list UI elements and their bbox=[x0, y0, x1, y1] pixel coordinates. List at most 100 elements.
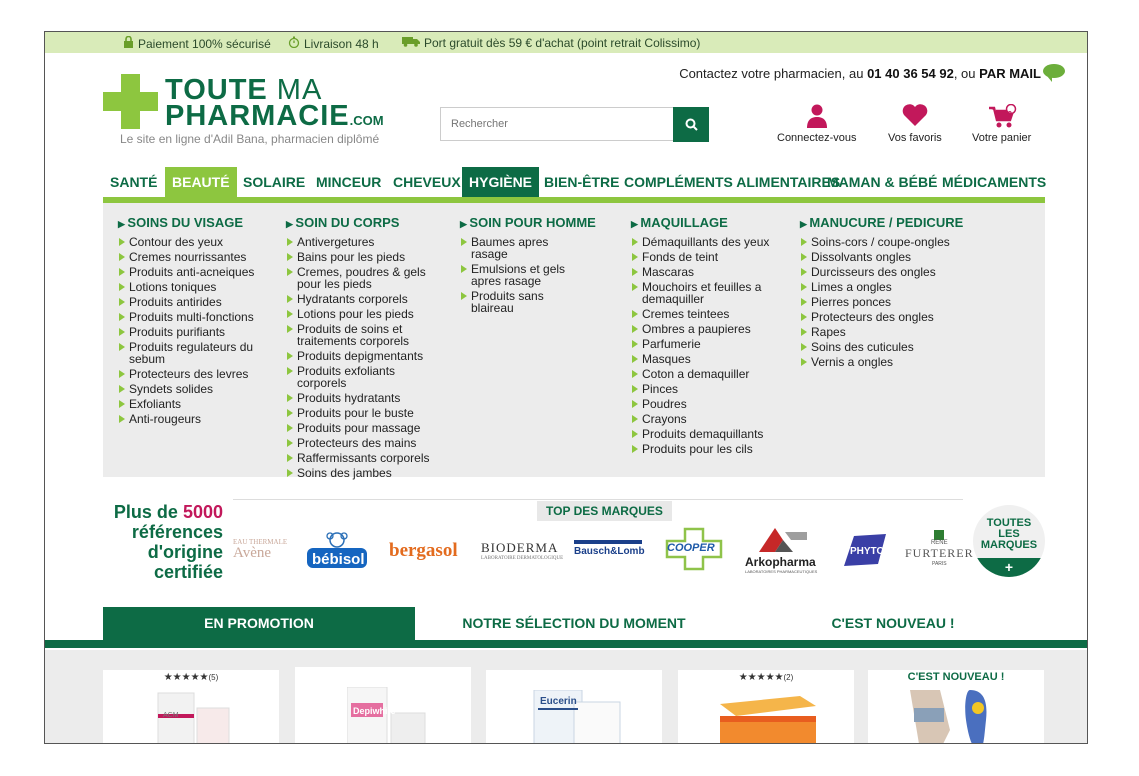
menu-item[interactable]: Protecteurs des ongles bbox=[800, 311, 960, 323]
tab-en-promotion[interactable]: EN PROMOTION bbox=[103, 607, 415, 640]
menu-item[interactable]: Produits pour les cils bbox=[631, 443, 771, 455]
menu-item[interactable]: Raffermissants corporels bbox=[286, 452, 436, 464]
menu-item[interactable]: Produits antirides bbox=[118, 296, 268, 308]
nav-item-medicaments[interactable]: MÉDICAMENTS bbox=[935, 167, 1053, 197]
product-card[interactable]: Eucerin bbox=[486, 670, 662, 743]
menu-item[interactable]: Anti-rougeurs bbox=[118, 413, 268, 425]
menu-item[interactable]: Soins des cuticules bbox=[800, 341, 960, 353]
menu-item[interactable]: Produits exfoliants corporels bbox=[286, 365, 436, 389]
product-card[interactable]: ★★★★★(5) ACM bbox=[103, 670, 279, 743]
menu-item[interactable]: Produits pour le buste bbox=[286, 407, 436, 419]
menu-item[interactable]: Cremes nourrissantes bbox=[118, 251, 268, 263]
tab-nouveau[interactable]: C'EST NOUVEAU ! bbox=[733, 607, 1053, 640]
brand-cooper[interactable]: COOPER bbox=[665, 527, 723, 576]
menu-item[interactable]: Ombres a paupieres bbox=[631, 323, 771, 335]
brand-arkopharma[interactable]: Arkopharma LABORATOIRES PHARMACEUTIQUES bbox=[745, 528, 817, 574]
menu-item[interactable]: Lotions pour les pieds bbox=[286, 308, 436, 320]
menu-item[interactable]: Démaquillants des yeux bbox=[631, 236, 771, 248]
product-image bbox=[910, 690, 987, 743]
menu-item[interactable]: Produits pour massage bbox=[286, 422, 436, 434]
menu-item[interactable]: Protecteurs des mains bbox=[286, 437, 436, 449]
nav-item-cheveux[interactable]: CHEVEUX bbox=[386, 167, 468, 197]
all-brands-button[interactable]: TOUTES LES MARQUES + bbox=[973, 505, 1045, 577]
menu-item[interactable]: Mouchoirs et feuilles a demaquiller bbox=[631, 281, 771, 305]
menu-item[interactable]: Protecteurs des levres bbox=[118, 368, 268, 380]
brand-avene[interactable]: EAU THERMALE Avène bbox=[233, 538, 287, 562]
tab-notre-selection[interactable]: NOTRE SÉLECTION DU MOMENT bbox=[415, 607, 733, 640]
brand-bausch-lomb[interactable]: Bausch&Lomb bbox=[574, 540, 645, 557]
menu-item[interactable]: Soins-cors / coupe-ongles bbox=[800, 236, 960, 248]
menu-item[interactable]: Produits purifiants bbox=[118, 326, 268, 338]
menu-column-manucure: MANUCURE / PEDICURE Soins-cors / coupe-on… bbox=[800, 215, 963, 371]
brand-bebisol[interactable]: bébisol bbox=[305, 532, 369, 575]
nav-item-bien-etre[interactable]: BIEN-ÊTRE bbox=[537, 167, 626, 197]
menu-item[interactable]: Syndets solides bbox=[118, 383, 268, 395]
menu-item[interactable]: Produits depigmentants bbox=[286, 350, 436, 362]
chat-bubble-icon[interactable] bbox=[1043, 64, 1065, 82]
menu-item[interactable]: Poudres bbox=[631, 398, 771, 410]
menu-item[interactable]: Rapes bbox=[800, 326, 960, 338]
menu-item[interactable]: Antivergetures bbox=[286, 236, 436, 248]
nav-item-minceur[interactable]: MINCEUR bbox=[309, 167, 388, 197]
search-button[interactable] bbox=[673, 107, 709, 142]
account-link[interactable]: Connectez-vous bbox=[777, 104, 857, 144]
page-frame: Paiement 100% sécurisé Livraison 48 h Po… bbox=[44, 31, 1088, 744]
menu-column-title[interactable]: SOIN POUR HOMME bbox=[460, 215, 595, 230]
menu-item[interactable]: Pinces bbox=[631, 383, 771, 395]
menu-item[interactable]: Hydratants corporels bbox=[286, 293, 436, 305]
menu-item[interactable]: Bains pour les pieds bbox=[286, 251, 436, 263]
nav-item-hygiene[interactable]: HYGIÈNE bbox=[462, 167, 540, 197]
menu-item[interactable]: Cremes teintees bbox=[631, 308, 771, 320]
menu-item[interactable]: Mascaras bbox=[631, 266, 771, 278]
menu-item[interactable]: Produits sans blaireau bbox=[460, 290, 588, 314]
nav-item-solaire[interactable]: SOLAIRE bbox=[236, 167, 312, 197]
menu-item[interactable]: Vernis a ongles bbox=[800, 356, 960, 368]
menu-item[interactable]: Pierres ponces bbox=[800, 296, 960, 308]
menu-item[interactable]: Masques bbox=[631, 353, 771, 365]
menu-item[interactable]: Produits de soins et traitements corpore… bbox=[286, 323, 436, 347]
mail-link[interactable]: PAR MAIL bbox=[979, 66, 1041, 81]
menu-column-title[interactable]: SOINS DU VISAGE bbox=[118, 215, 268, 230]
menu-item[interactable]: Produits demaquillants bbox=[631, 428, 771, 440]
menu-item[interactable]: Produits regulateurs du sebum bbox=[118, 341, 268, 365]
menu-item[interactable]: Produits hydratants bbox=[286, 392, 436, 404]
cart-link[interactable]: 0 Votre panier bbox=[972, 103, 1031, 144]
brand-phyto[interactable]: PHYTO bbox=[842, 532, 888, 573]
menu-column-title[interactable]: MANUCURE / PEDICURE bbox=[800, 215, 963, 230]
menu-item[interactable]: Emulsions et gels apres rasage bbox=[460, 263, 588, 287]
nav-item-maman-bebe[interactable]: MAMAN & BÉBÉ bbox=[820, 167, 944, 197]
menu-item[interactable]: Lotions toniques bbox=[118, 281, 268, 293]
new-badge: C'EST NOUVEAU ! bbox=[907, 671, 1005, 683]
menu-item[interactable]: Produits multi-fonctions bbox=[118, 311, 268, 323]
menu-item[interactable]: Cremes, poudres & gels pour les pieds bbox=[286, 266, 436, 290]
menu-item[interactable]: Dissolvants ongles bbox=[800, 251, 960, 263]
brand-bioderma[interactable]: BIODERMA LABORATOIRE DERMATOLOGIQUE bbox=[481, 540, 563, 561]
menu-item[interactable]: Contour des yeux bbox=[118, 236, 268, 248]
menu-item[interactable]: Soins des jambes bbox=[286, 467, 436, 479]
product-card[interactable]: C'EST NOUVEAU ! bbox=[868, 670, 1044, 743]
product-card[interactable]: ★★★★★(2) bbox=[678, 670, 854, 743]
menu-item[interactable]: Crayons bbox=[631, 413, 771, 425]
menu-item[interactable]: Baumes apres rasage bbox=[460, 236, 588, 260]
menu-item[interactable]: Durcisseurs des ongles bbox=[800, 266, 960, 278]
site-logo[interactable]: TOUTE MA PHARMACIE.COM Le site en ligne … bbox=[103, 72, 393, 152]
brand-bergasol[interactable]: bergasol bbox=[389, 540, 458, 562]
brand-furterer[interactable]: RENE FURTERER PARIS bbox=[905, 530, 974, 567]
menu-column-title[interactable]: SOIN DU CORPS bbox=[286, 215, 436, 230]
menu-column-title[interactable]: MAQUILLAGE bbox=[631, 215, 771, 230]
menu-item[interactable]: Limes a ongles bbox=[800, 281, 960, 293]
search-input[interactable] bbox=[440, 107, 708, 141]
menu-item[interactable]: Produits anti-acneiques bbox=[118, 266, 268, 278]
nav-item-sante[interactable]: SANTÉ bbox=[103, 167, 164, 197]
favorites-link[interactable]: Vos favoris bbox=[888, 104, 942, 144]
menu-item[interactable]: Fonds de teint bbox=[631, 251, 771, 263]
nav-item-beaute[interactable]: BEAUTÉ bbox=[165, 167, 237, 197]
top-brands-label: TOP DES MARQUES bbox=[537, 501, 672, 521]
product-card[interactable]: Depiwhite bbox=[295, 667, 471, 743]
nav-item-complements[interactable]: COMPLÉMENTS ALIMENTAIRES bbox=[617, 167, 847, 197]
menu-item[interactable]: Parfumerie bbox=[631, 338, 771, 350]
menu-item[interactable]: Exfoliants bbox=[118, 398, 268, 410]
phone-number[interactable]: 01 40 36 54 92 bbox=[867, 66, 954, 81]
menu-column-homme: SOIN POUR HOMME Baumes apres rasage Emulsi… bbox=[460, 215, 596, 317]
menu-item[interactable]: Coton a demaquiller bbox=[631, 368, 771, 380]
